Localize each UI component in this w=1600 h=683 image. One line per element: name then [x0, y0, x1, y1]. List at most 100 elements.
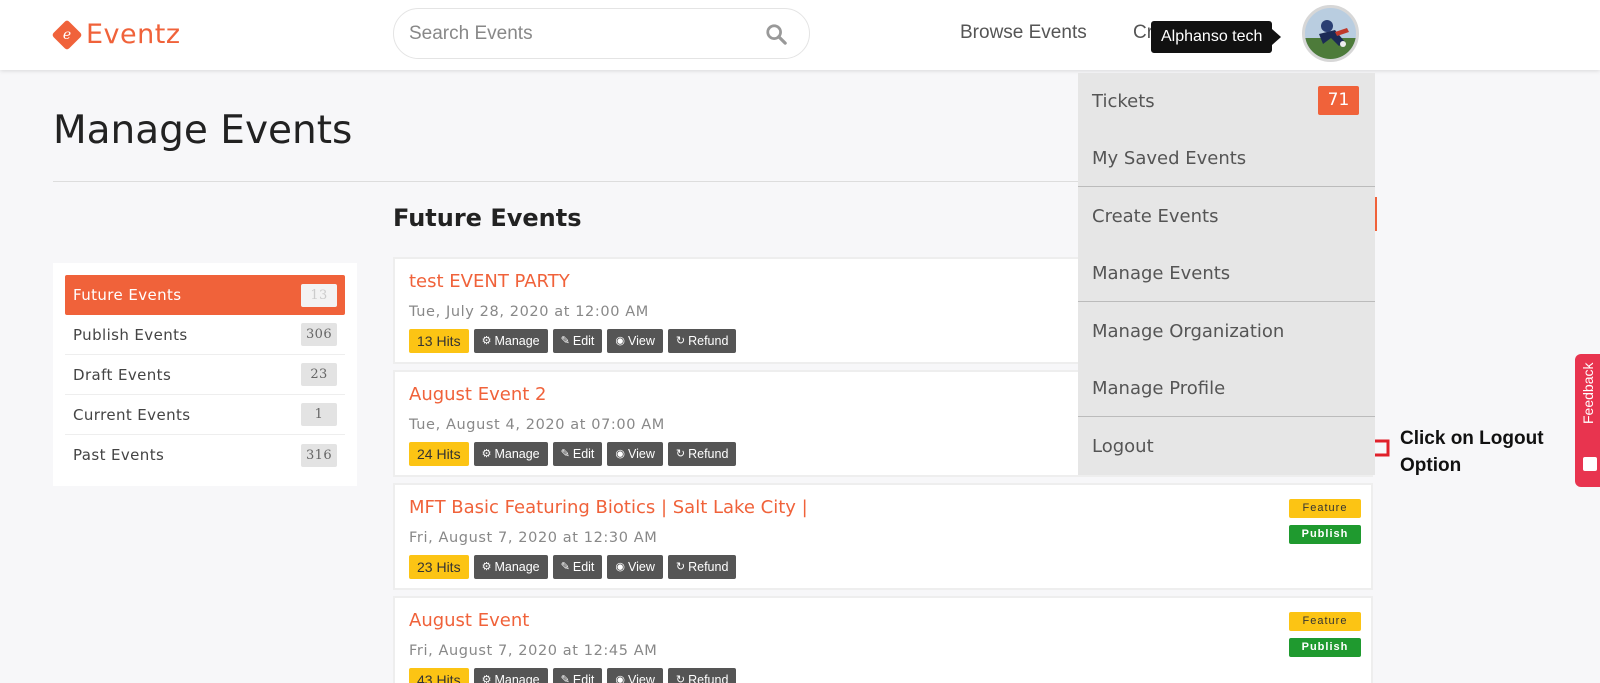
event-date: Tue, August 4, 2020 at 07:00 AM — [409, 417, 665, 433]
logo-mark-icon: e — [51, 18, 83, 51]
manage-button[interactable]: ⚙ Manage — [473, 668, 548, 683]
user-dropdown-menu: Tickets 71 My Saved Events Create Events… — [1078, 73, 1375, 475]
eye-icon: ◉ — [615, 561, 626, 573]
feature-tag: Feature — [1289, 612, 1361, 631]
sidebar-item-label: Future Events — [73, 286, 182, 304]
sidebar-item-label: Current Events — [73, 405, 191, 424]
menu-item-manage-organization[interactable]: Manage Organization — [1078, 303, 1375, 360]
sidebar-item-future-events[interactable]: Future Events 13 — [65, 275, 345, 315]
manage-button[interactable]: ⚙ Manage — [473, 442, 548, 466]
menu-item-logout[interactable]: Logout — [1078, 418, 1375, 475]
menu-item-manage-profile[interactable]: Manage Profile — [1078, 360, 1375, 417]
event-actions: 24 Hits ⚙ Manage ✎ Edit ◉ View ↻ Refund — [409, 442, 737, 466]
sidebar-item-past-events[interactable]: Past Events 316 — [65, 435, 345, 475]
hits-badge: 43 Hits — [409, 668, 469, 683]
refund-button[interactable]: ↻ Refund — [667, 442, 737, 466]
publish-tag: Publish — [1289, 525, 1361, 544]
view-button[interactable]: ◉ View — [607, 668, 663, 683]
user-avatar[interactable] — [1302, 5, 1359, 62]
edit-icon: ✎ — [560, 674, 570, 683]
event-date: Fri, August 7, 2020 at 12:30 AM — [409, 530, 658, 546]
count-badge: 1 — [301, 403, 337, 426]
title-divider — [53, 181, 1083, 182]
eye-icon: ◉ — [615, 674, 626, 683]
annotation-text: Click on Logout Option — [1400, 428, 1544, 476]
event-title-link[interactable]: MFT Basic Featuring Biotics | Salt Lake … — [409, 497, 808, 518]
refresh-icon: ↻ — [675, 674, 686, 683]
count-badge: 13 — [301, 283, 337, 307]
menu-item-label: Tickets — [1092, 91, 1155, 112]
feedback-icon — [1583, 457, 1597, 471]
edit-button[interactable]: ✎ Edit — [552, 555, 603, 579]
menu-item-saved-events[interactable]: My Saved Events — [1078, 130, 1375, 187]
hits-badge: 13 Hits — [409, 329, 469, 353]
section-title: Future Events — [393, 204, 582, 232]
event-actions: 43 Hits ⚙ Manage ✎ Edit ◉ View ↻ Refund — [409, 668, 737, 683]
event-filter-sidebar: Future Events 13 Publish Events 306 Draf… — [53, 263, 357, 486]
menu-divider — [1078, 186, 1375, 187]
refund-button[interactable]: ↻ Refund — [667, 668, 737, 683]
tickets-count-badge: 71 — [1318, 86, 1359, 115]
search-icon[interactable] — [765, 23, 787, 45]
event-date: Tue, July 28, 2020 at 12:00 AM — [409, 304, 649, 320]
search-input[interactable] — [409, 22, 739, 46]
count-badge: 23 — [301, 363, 337, 386]
refund-button[interactable]: ↻ Refund — [667, 555, 737, 579]
event-card: August Event Fri, August 7, 2020 at 12:4… — [393, 596, 1373, 683]
manage-button[interactable]: ⚙ Manage — [473, 329, 548, 353]
top-header: e Eventz Browse Events Cr Alphanso tech — [0, 0, 1600, 70]
menu-item-manage-events[interactable]: Manage Events — [1078, 245, 1375, 302]
hits-badge: 24 Hits — [409, 442, 469, 466]
event-title-link[interactable]: test EVENT PARTY — [409, 271, 570, 292]
refresh-icon: ↻ — [675, 448, 686, 460]
edit-button[interactable]: ✎ Edit — [552, 329, 603, 353]
edit-icon: ✎ — [560, 448, 570, 460]
manage-button[interactable]: ⚙ Manage — [473, 555, 548, 579]
event-date: Fri, August 7, 2020 at 12:45 AM — [409, 643, 658, 659]
view-button[interactable]: ◉ View — [607, 329, 663, 353]
eventz-logo[interactable]: e Eventz — [51, 18, 181, 51]
eye-icon: ◉ — [615, 448, 626, 460]
sidebar-item-label: Draft Events — [73, 365, 172, 384]
active-indicator — [1375, 197, 1377, 231]
view-button[interactable]: ◉ View — [607, 555, 663, 579]
event-title-link[interactable]: August Event 2 — [409, 384, 546, 405]
search-box — [393, 8, 810, 59]
refund-button[interactable]: ↻ Refund — [667, 329, 737, 353]
refresh-icon: ↻ — [675, 335, 686, 347]
feedback-tab[interactable]: Feedback — [1575, 354, 1600, 487]
count-badge: 316 — [300, 443, 337, 467]
gear-icon: ⚙ — [481, 561, 492, 573]
eye-icon: ◉ — [615, 335, 626, 347]
menu-item-create-events[interactable]: Create Events — [1078, 188, 1375, 245]
refresh-icon: ↻ — [675, 561, 686, 573]
edit-button[interactable]: ✎ Edit — [552, 442, 603, 466]
menu-item-tickets[interactable]: Tickets 71 — [1078, 73, 1375, 130]
edit-icon: ✎ — [560, 561, 570, 573]
sidebar-item-publish-events[interactable]: Publish Events 306 — [65, 315, 345, 355]
feature-tag: Feature — [1289, 499, 1361, 518]
event-card: MFT Basic Featuring Biotics | Salt Lake … — [393, 483, 1373, 590]
feedback-label: Feedback — [1580, 362, 1596, 424]
count-badge: 306 — [300, 323, 337, 346]
view-button[interactable]: ◉ View — [607, 442, 663, 466]
edit-button[interactable]: ✎ Edit — [552, 668, 603, 683]
user-name-tooltip: Alphanso tech — [1151, 21, 1282, 53]
avatar-image — [1305, 8, 1356, 59]
gear-icon: ⚙ — [481, 448, 492, 460]
sidebar-item-label: Past Events — [73, 446, 165, 464]
menu-divider — [1078, 301, 1375, 302]
event-actions: 23 Hits ⚙ Manage ✎ Edit ◉ View ↻ Refund — [409, 555, 737, 579]
menu-divider — [1078, 416, 1375, 417]
hits-badge: 23 Hits — [409, 555, 469, 579]
event-title-link[interactable]: August Event — [409, 610, 529, 631]
sidebar-item-label: Publish Events — [73, 325, 188, 344]
sidebar-item-current-events[interactable]: Current Events 1 — [65, 395, 345, 435]
edit-icon: ✎ — [560, 335, 570, 347]
gear-icon: ⚙ — [481, 674, 492, 683]
page-title: Manage Events — [53, 108, 353, 153]
sidebar-item-draft-events[interactable]: Draft Events 23 — [65, 355, 345, 395]
publish-tag: Publish — [1289, 638, 1361, 657]
browse-events-link[interactable]: Browse Events — [960, 22, 1087, 44]
event-actions: 13 Hits ⚙ Manage ✎ Edit ◉ View ↻ Refund — [409, 329, 737, 353]
